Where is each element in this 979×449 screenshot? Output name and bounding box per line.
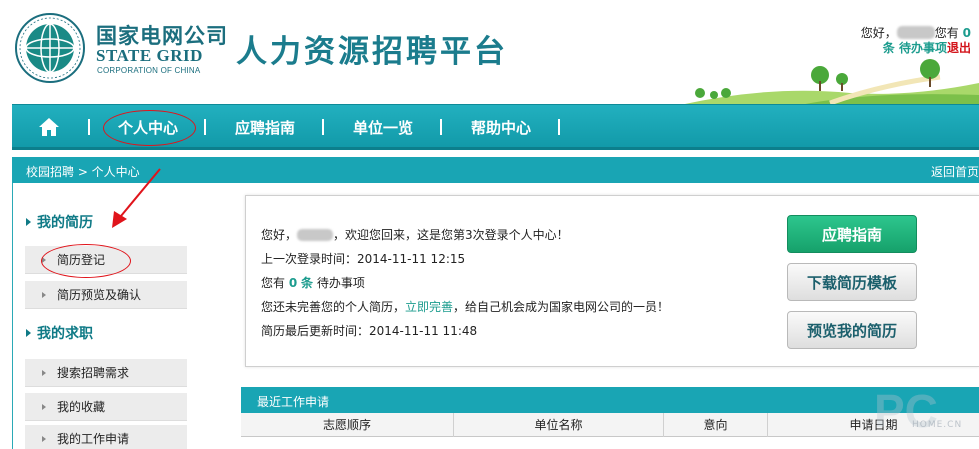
triangle-right-icon — [42, 436, 46, 442]
annotation-circle-personal-center — [103, 110, 196, 146]
user-you-have: 您有 — [934, 26, 959, 40]
greeting-suffix: ，欢迎您回来，这是您第3次登录个人中心！ — [333, 228, 569, 242]
table-header-row: 志愿顺序 单位名称 意向 申请日期 — [241, 413, 979, 437]
nav-separator — [558, 119, 560, 135]
sidebar-item-my-favorites[interactable]: 我的收藏 — [25, 393, 187, 421]
sidebar-section-title: 我的求职 — [37, 326, 93, 342]
pending-count-unit[interactable]: 条 — [301, 276, 313, 290]
resume-last-updated-line: 简历最后更新时间：2014-11-11 11:48 — [261, 324, 478, 338]
triangle-right-icon — [26, 329, 31, 337]
nav-separator — [440, 119, 442, 135]
resume-incomplete-suffix: ，给自己机会成为国家电网公司的一员！ — [453, 300, 670, 314]
blurred-username — [896, 26, 935, 39]
logout-link[interactable]: 退出 — [947, 41, 971, 55]
back-home-link[interactable]: 返回首页 — [931, 163, 979, 180]
download-resume-template-button[interactable]: 下载简历模板 — [787, 263, 917, 301]
nav-item-help-center[interactable]: 帮助中心 — [471, 117, 531, 138]
site-header: 国家电网公司 STATE GRID CORPORATION OF CHINA 人… — [0, 0, 979, 105]
recent-applications-table: 最近工作申请 志愿顺序 单位名称 意向 申请日期 — [241, 387, 979, 449]
home-icon[interactable] — [38, 117, 60, 137]
annotation-arrow-icon — [112, 168, 161, 228]
state-grid-logo-icon — [15, 13, 85, 83]
sidebar-item-label: 我的工作申请 — [57, 432, 130, 446]
nav-separator — [88, 119, 90, 135]
sidebar-item-resume-preview[interactable]: 简历预览及确认 — [25, 281, 187, 309]
nav-separator — [322, 119, 324, 135]
platform-title: 人力资源招聘平台 — [236, 34, 508, 70]
sidebar-section-title: 我的简历 — [37, 215, 93, 231]
pending-items-line: 您有 0 条 待办事项 — [261, 274, 365, 291]
logo-english-name: STATE GRID — [96, 46, 203, 65]
user-status-box: 您好， 您有 0 条 待办事项退出 — [861, 26, 971, 56]
triangle-right-icon — [42, 370, 46, 376]
logo-english-subtitle: CORPORATION OF CHINA — [97, 66, 201, 75]
resume-incomplete-line: 您还未完善您的个人简历，立即完善，给自己机会成为国家电网公司的一员！ — [261, 298, 669, 315]
last-login-line: 上一次登录时间：2014-11-11 12:15 — [261, 252, 466, 266]
sidebar-border — [12, 183, 13, 449]
recent-applications-header: 最近工作申请 — [241, 387, 979, 413]
triangle-right-icon — [42, 292, 46, 298]
preview-resume-button[interactable]: 预览我的简历 — [787, 311, 917, 349]
annotation-circle-resume-register — [41, 244, 131, 278]
column-header-unit-name: 单位名称 — [453, 413, 663, 437]
nav-item-unit-list[interactable]: 单位一览 — [353, 117, 413, 138]
recent-applications-title: 最近工作申请 — [257, 395, 330, 409]
sidebar-item-label: 简历预览及确认 — [57, 288, 142, 302]
sidebar-item-label: 搜索招聘需求 — [57, 366, 130, 380]
sidebar-section-my-job-search[interactable]: 我的求职 — [26, 323, 93, 343]
pending-prefix: 您有 — [261, 276, 286, 290]
watermark-subtext: HOME.CN — [912, 420, 963, 430]
nav-separator — [204, 119, 206, 135]
column-header-priority: 志愿顺序 — [322, 418, 371, 432]
complete-now-link[interactable]: 立即完善 — [405, 300, 453, 314]
sidebar-item-label: 我的收藏 — [57, 400, 106, 414]
welcome-greeting-line: 您好， ，欢迎您回来，这是您第3次登录个人中心！ — [261, 226, 569, 243]
scenery-illustration — [680, 59, 979, 105]
pending-count[interactable]: 0 — [963, 26, 971, 40]
pending-count[interactable]: 0 — [289, 276, 297, 290]
sidebar-item-search-jobs[interactable]: 搜索招聘需求 — [25, 359, 187, 387]
resume-incomplete-prefix: 您还未完善您的个人简历， — [261, 300, 406, 314]
triangle-right-icon — [26, 218, 31, 226]
sidebar-item-my-applications[interactable]: 我的工作申请 — [25, 425, 187, 449]
column-header-intent: 意向 — [663, 413, 767, 437]
pending-text[interactable]: 条 待办事项 — [883, 41, 947, 55]
greeting-prefix: 您好， — [261, 228, 298, 242]
triangle-right-icon — [42, 404, 46, 410]
nav-item-application-guide[interactable]: 应聘指南 — [235, 117, 295, 138]
sidebar-section-my-resume[interactable]: 我的简历 — [26, 212, 93, 232]
application-guide-button[interactable]: 应聘指南 — [787, 215, 917, 253]
welcome-panel: 您好， ，欢迎您回来，这是您第3次登录个人中心！ 上一次登录时间：2014-11-… — [245, 195, 979, 367]
blurred-username — [297, 229, 334, 241]
pending-suffix: 待办事项 — [316, 276, 365, 290]
user-greeting: 您好， — [860, 26, 897, 40]
